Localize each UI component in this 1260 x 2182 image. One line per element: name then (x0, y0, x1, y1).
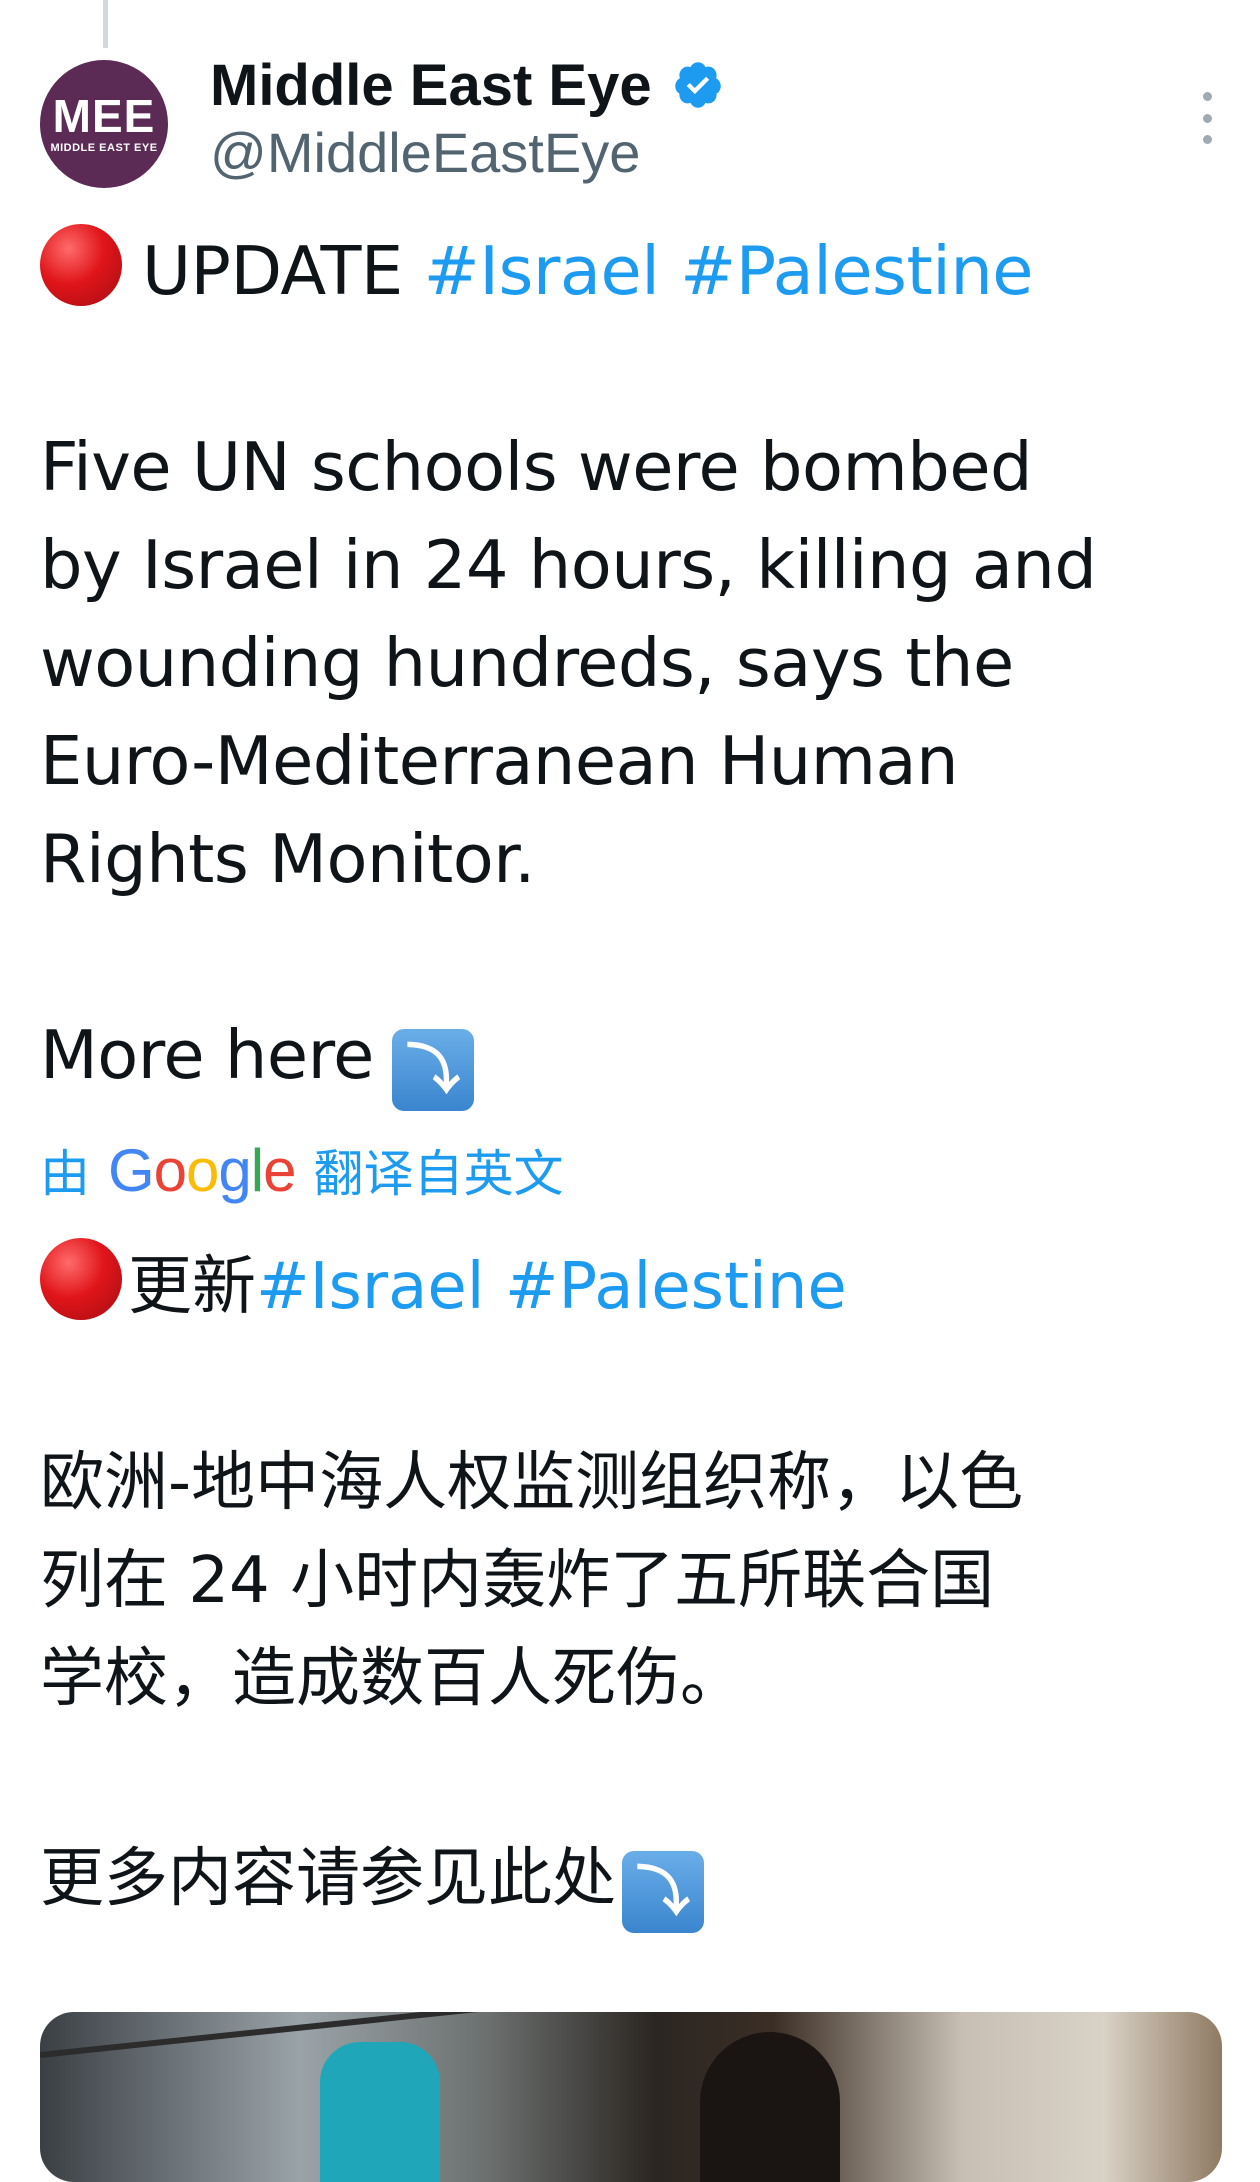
translated-more-line: 更多内容请参见此处 ⤵ (40, 1830, 1240, 1933)
red-circle-emoji-icon (40, 224, 122, 306)
author-name-row: Middle East Eye (210, 52, 724, 118)
translation-suffix: 翻译自英文 (313, 1145, 564, 1203)
translated-body-text: 欧洲-地中海人权监测组织称，以色 列在 24 小时内轰炸了五所联合国 学校，造成… (40, 1434, 1240, 1728)
tweet-body-text: Five UN schools were bombed by Israel in… (40, 418, 1240, 908)
tweet-header: MEE MIDDLE EAST EYE Middle East Eye @Mid… (40, 52, 1230, 192)
hashtag-link[interactable]: #Israel (256, 1250, 485, 1324)
more-options-button[interactable] (1187, 88, 1227, 148)
thread-connector-line (103, 0, 108, 48)
body-line: by Israel in 24 hours, killing and (40, 526, 1097, 604)
more-dot-icon (1202, 135, 1212, 144)
tweet-media-image[interactable] (40, 2012, 1222, 2182)
media-detail (700, 2032, 840, 2182)
body-line: Rights Monitor. (40, 820, 535, 898)
body-line: Five UN schools were bombed (40, 428, 1033, 506)
translated-more-text: 更多内容请参见此处 (40, 1842, 616, 1916)
more-here-text: More here (40, 1016, 374, 1094)
translated-body-line: 学校，造成数百人死伤。 (40, 1642, 744, 1716)
red-circle-emoji-icon (40, 1238, 122, 1320)
translated-body-line: 欧洲-地中海人权监测组织称，以色 (40, 1446, 1024, 1520)
verified-badge-icon (674, 62, 721, 108)
body-line: wounding hundreds, says the (40, 624, 1014, 702)
media-detail (320, 2042, 440, 2182)
hashtag-link[interactable]: #Israel (424, 232, 660, 310)
translated-headline-word: 更新 (128, 1250, 256, 1324)
translated-by-google-note[interactable]: 由 Google 翻译自英文 (40, 1135, 564, 1205)
tweet-headline: UPDATE #Israel #Palestine (40, 222, 1240, 320)
hashtag-link[interactable]: #Palestine (505, 1250, 847, 1324)
translated-headline: 更新#Israel #Palestine (40, 1238, 1240, 1336)
hashtag-link[interactable]: #Palestine (680, 232, 1033, 310)
body-line: Euro-Mediterranean Human (40, 722, 959, 800)
google-logo: Google (108, 1136, 297, 1204)
arrow-down-right-icon: ⤵ (391, 1029, 474, 1111)
arrow-down-right-icon: ⤵ (622, 1851, 704, 1933)
avatar-logo-text: MEE (52, 90, 156, 142)
more-here-line: More here ⤵ (40, 1006, 1240, 1111)
translated-body-line: 列在 24 小时内轰炸了五所联合国 (40, 1544, 995, 1618)
author-handle[interactable]: @MiddleEastEye (210, 120, 640, 185)
avatar-logo-subtext: MIDDLE EAST EYE (50, 142, 158, 154)
author-display-name[interactable]: Middle East Eye (210, 52, 652, 119)
translation-prefix: 由 (40, 1145, 90, 1203)
headline-word: UPDATE (142, 232, 403, 310)
avatar[interactable]: MEE MIDDLE EAST EYE (40, 60, 168, 188)
more-dot-icon (1202, 92, 1212, 101)
more-dot-icon (1202, 113, 1212, 123)
